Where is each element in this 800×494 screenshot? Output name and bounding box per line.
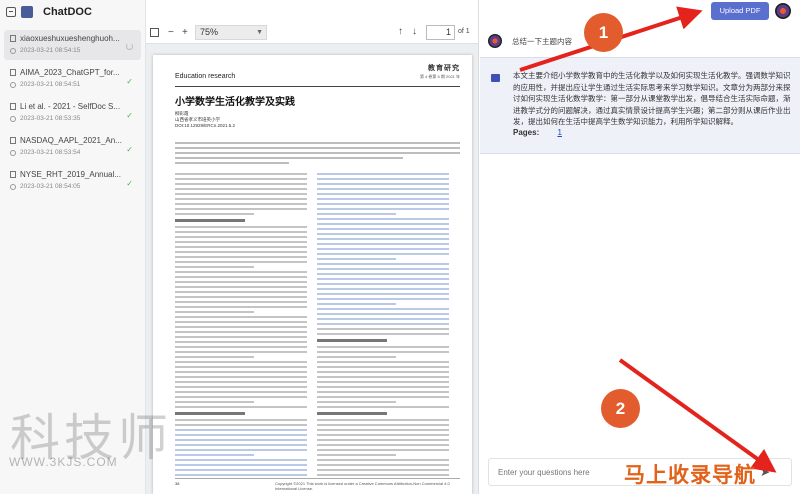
pdf-license: Copyright ©2021 This work is licensed un… bbox=[275, 481, 450, 491]
journal-brand: 教育研究 bbox=[428, 65, 460, 72]
document-name: AIMA_2023_ChatGPT_for... bbox=[20, 68, 120, 77]
document-list: xiaoxueshuxueshenghuoh... 2023-03-21 08:… bbox=[0, 30, 145, 196]
text-column-right bbox=[317, 173, 449, 479]
file-icon bbox=[10, 35, 16, 42]
zoom-value: 75% bbox=[200, 27, 219, 37]
file-icon bbox=[10, 69, 16, 76]
page-total: of 1 bbox=[458, 28, 470, 35]
message-text: 总结一下主题内容 bbox=[512, 36, 572, 46]
zoom-in-button[interactable]: + bbox=[182, 27, 188, 38]
document-item[interactable]: AIMA_2023_ChatGPT_for... 2023-03-21 08:5… bbox=[4, 64, 141, 94]
document-icon bbox=[6, 7, 16, 17]
watermark-url: WWW.3KJS.COM bbox=[9, 455, 118, 469]
clock-icon bbox=[10, 81, 16, 88]
avatar[interactable] bbox=[775, 3, 791, 19]
pdf-header: Education research 教育研究 第 4 卷第 5 期 2021 … bbox=[175, 63, 460, 87]
app-root: ChatDOC xiaoxueshuxueshenghuoh... 2023-0… bbox=[0, 0, 800, 494]
document-item[interactable]: Li et al. - 2021 - SelfDoc S... 2023-03-… bbox=[4, 98, 141, 128]
sidebar-panel-icon[interactable] bbox=[150, 28, 159, 37]
upload-pdf-button[interactable]: Upload PDF bbox=[711, 2, 769, 20]
viewer-toolbar: − + 75% ▼ ↑ ↓ 1 of 1 bbox=[146, 0, 478, 44]
pdf-footer: 38 Copyright ©2021 This work is licensed… bbox=[175, 478, 460, 491]
check-icon: ✓ bbox=[126, 179, 133, 188]
chat-message-bot: 本文主要介绍小学数学教育中的生活化教学以及如何实现生活化教学。强调数学知识的应用… bbox=[480, 57, 800, 154]
document-time: 2023-03-21 08:53:35 bbox=[20, 115, 81, 122]
chat-panel: Upload PDF 总结一下主题内容 本文主要介绍小学数学教育中的生活化教学以… bbox=[480, 0, 800, 494]
app-title: ChatDOC bbox=[43, 6, 92, 18]
check-icon: ✓ bbox=[126, 77, 133, 86]
sidebar-toggle-icon[interactable] bbox=[21, 6, 33, 18]
page-link[interactable]: 1 bbox=[557, 128, 561, 137]
next-page-icon[interactable]: ↓ bbox=[412, 26, 417, 37]
pdf-title: 小学数学生活化教学及实践 bbox=[175, 97, 295, 108]
summary-text: 本文主要介绍小学数学教育中的生活化教学以及如何实现生活化教学。强调数学知识的应用… bbox=[513, 71, 791, 126]
document-name: NYSE_RHT_2019_Annual... bbox=[20, 170, 121, 179]
document-time: 2023-03-21 08:54:05 bbox=[20, 183, 81, 190]
pages-reference: Pages: 1 bbox=[513, 128, 562, 137]
brand-bar: ChatDOC bbox=[0, 0, 145, 24]
chevron-down-icon: ▼ bbox=[256, 29, 263, 36]
annotation-badge: 1 bbox=[584, 13, 623, 52]
clock-icon bbox=[10, 115, 16, 122]
document-name: NASDAQ_AAPL_2021_An... bbox=[20, 136, 122, 145]
check-icon: ✓ bbox=[126, 111, 133, 120]
bot-icon bbox=[491, 74, 500, 82]
page-number-input[interactable]: 1 bbox=[426, 25, 455, 40]
document-time: 2023-03-21 08:54:51 bbox=[20, 81, 81, 88]
document-time: 2023-03-21 08:54:15 bbox=[20, 47, 81, 54]
document-name: xiaoxueshuxueshenghuoh... bbox=[20, 34, 120, 43]
clock-icon bbox=[10, 183, 16, 190]
zoom-select[interactable]: 75% ▼ bbox=[195, 25, 267, 40]
avatar bbox=[488, 34, 502, 48]
document-item[interactable]: NASDAQ_AAPL_2021_An... 2023-03-21 08:53:… bbox=[4, 132, 141, 162]
journal-name: Education research bbox=[175, 73, 236, 80]
clock-icon bbox=[10, 47, 16, 54]
pdf-author: 柳彩霞 山西省孝义市培英小学 DOI:10.12929/ERCn.2021.5.… bbox=[175, 111, 235, 129]
loading-icon bbox=[126, 43, 133, 50]
abstract-block bbox=[175, 142, 460, 167]
document-time: 2023-03-21 08:53:54 bbox=[20, 149, 81, 156]
file-icon bbox=[10, 171, 16, 178]
clock-icon bbox=[10, 149, 16, 156]
chat-message-user: 总结一下主题内容 bbox=[488, 34, 572, 48]
send-icon[interactable]: ➤ bbox=[760, 465, 770, 479]
document-name: Li et al. - 2021 - SelfDoc S... bbox=[20, 102, 121, 111]
prev-page-icon[interactable]: ↑ bbox=[398, 26, 403, 37]
annotation-badge: 2 bbox=[601, 389, 640, 428]
file-icon bbox=[10, 137, 16, 144]
document-item[interactable]: xiaoxueshuxueshenghuoh... 2023-03-21 08:… bbox=[4, 30, 141, 60]
pdf-page: Education research 教育研究 第 4 卷第 5 期 2021 … bbox=[153, 55, 472, 494]
file-icon bbox=[10, 103, 16, 110]
pages-label: Pages: bbox=[513, 128, 540, 137]
document-item[interactable]: NYSE_RHT_2019_Annual... 2023-03-21 08:54… bbox=[4, 166, 141, 196]
doi: DOI:10.12929/ERCn.2021.5.2 bbox=[175, 123, 236, 128]
pdf-page-number: 38 bbox=[175, 481, 180, 486]
journal-meta: 第 4 卷第 5 期 2021 年 bbox=[419, 74, 460, 79]
check-icon: ✓ bbox=[126, 145, 133, 154]
zoom-out-button[interactable]: − bbox=[168, 27, 174, 38]
pdf-viewer: − + 75% ▼ ↑ ↓ 1 of 1 Education research … bbox=[146, 0, 479, 494]
text-column-left bbox=[175, 173, 307, 479]
watermark-logo: 马上收录导航 bbox=[624, 463, 756, 487]
